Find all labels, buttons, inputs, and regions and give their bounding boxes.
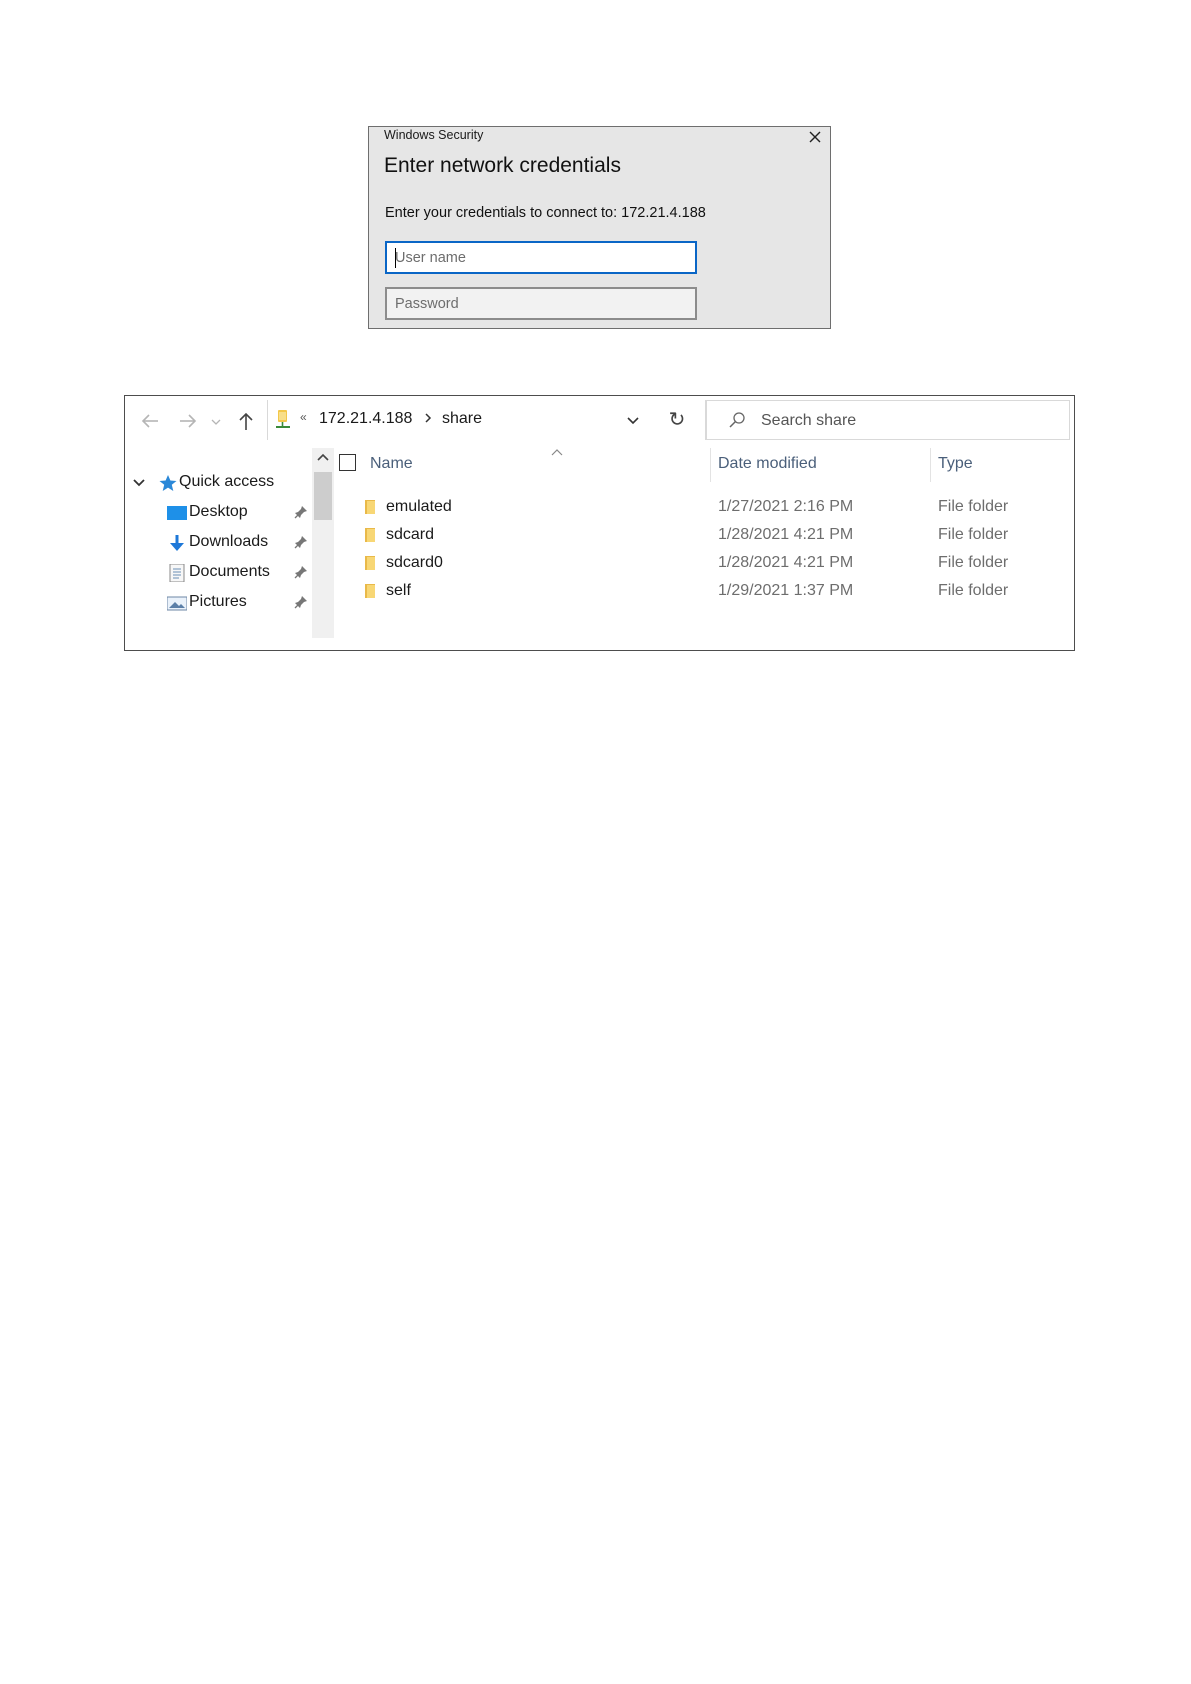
overflow-chevrons-icon[interactable]: « bbox=[300, 410, 307, 424]
select-all-checkbox[interactable] bbox=[339, 454, 356, 471]
file-list: Name Date modified Type emulated 1/27/20… bbox=[337, 448, 1072, 648]
pin-icon[interactable] bbox=[294, 565, 308, 579]
column-header-name[interactable]: Name bbox=[370, 455, 413, 473]
nav-pane-scrollbar[interactable] bbox=[312, 448, 334, 638]
desktop-icon bbox=[167, 506, 187, 520]
dialog-message: Enter your credentials to connect to: 17… bbox=[385, 205, 706, 221]
pin-icon[interactable] bbox=[294, 505, 308, 519]
file-name: self bbox=[386, 582, 411, 599]
refresh-icon[interactable]: ↻ bbox=[665, 408, 689, 432]
nav-item-pictures[interactable]: Pictures bbox=[125, 590, 315, 616]
pin-icon[interactable] bbox=[294, 535, 308, 549]
folder-icon bbox=[365, 500, 375, 514]
breadcrumb-host[interactable]: 172.21.4.188 bbox=[319, 410, 412, 428]
folder-icon bbox=[365, 556, 375, 570]
folder-icon bbox=[365, 584, 375, 598]
pin-icon[interactable] bbox=[294, 595, 308, 609]
download-arrow-icon bbox=[170, 535, 184, 551]
column-divider[interactable] bbox=[710, 448, 711, 482]
folder-icon bbox=[365, 528, 375, 542]
expand-chevron-icon[interactable] bbox=[132, 474, 146, 492]
breadcrumb-separator-icon[interactable] bbox=[422, 409, 434, 427]
address-bar[interactable]: « 172.21.4.188 share bbox=[267, 400, 706, 456]
nav-label: Downloads bbox=[189, 533, 269, 550]
file-type: File folder bbox=[938, 554, 1009, 571]
nav-item-documents[interactable]: Documents bbox=[125, 560, 315, 586]
file-type: File folder bbox=[938, 526, 1009, 543]
password-field[interactable] bbox=[385, 287, 697, 320]
column-divider[interactable] bbox=[930, 448, 931, 482]
dialog-app-name: Windows Security bbox=[384, 128, 484, 142]
nav-item-downloads[interactable]: Downloads bbox=[125, 530, 315, 556]
column-header-type[interactable]: Type bbox=[938, 455, 973, 473]
network-share-icon bbox=[276, 410, 290, 428]
nav-item-desktop[interactable]: Desktop bbox=[125, 500, 315, 526]
forward-arrow-icon[interactable] bbox=[177, 410, 199, 432]
file-date: 1/27/2021 2:16 PM bbox=[718, 498, 854, 515]
nav-label: Documents bbox=[189, 563, 270, 580]
breadcrumb-share[interactable]: share bbox=[442, 410, 482, 428]
nav-item-quick-access[interactable]: Quick access bbox=[125, 470, 315, 496]
scroll-up-icon[interactable] bbox=[316, 452, 330, 462]
file-date: 1/28/2021 4:21 PM bbox=[718, 526, 854, 543]
file-date: 1/29/2021 1:37 PM bbox=[718, 582, 854, 599]
star-icon bbox=[159, 475, 177, 491]
text-caret bbox=[395, 248, 396, 268]
up-arrow-icon[interactable] bbox=[235, 410, 257, 432]
credentials-dialog: Windows Security Enter network credentia… bbox=[368, 126, 831, 329]
document-icon bbox=[169, 564, 185, 582]
file-date: 1/28/2021 4:21 PM bbox=[718, 554, 854, 571]
pictures-icon bbox=[167, 596, 187, 611]
file-row[interactable]: sdcard 1/28/2021 4:21 PM File folder bbox=[337, 523, 1072, 551]
nav-label: Pictures bbox=[189, 593, 247, 610]
search-box[interactable] bbox=[706, 400, 1070, 440]
search-input[interactable] bbox=[759, 407, 1053, 435]
nav-label: Desktop bbox=[189, 503, 248, 520]
recent-locations-chevron-icon[interactable] bbox=[209, 410, 223, 432]
file-name: emulated bbox=[386, 498, 452, 515]
file-name: sdcard bbox=[386, 526, 435, 543]
file-name: sdcard0 bbox=[386, 554, 443, 571]
navigation-pane: Quick access Desktop Downloads Documents… bbox=[125, 448, 335, 648]
file-type: File folder bbox=[938, 582, 1009, 599]
address-dropdown-icon[interactable] bbox=[624, 411, 642, 429]
close-icon[interactable] bbox=[806, 128, 824, 146]
back-arrow-icon[interactable] bbox=[139, 410, 161, 432]
scrollbar-thumb[interactable] bbox=[314, 472, 332, 520]
search-icon bbox=[729, 412, 745, 428]
file-row[interactable]: self 1/29/2021 1:37 PM File folder bbox=[337, 579, 1072, 607]
file-type: File folder bbox=[938, 498, 1009, 515]
dialog-title: Enter network credentials bbox=[384, 154, 621, 177]
username-field[interactable] bbox=[385, 241, 697, 274]
nav-label: Quick access bbox=[179, 473, 275, 490]
file-explorer-window: « 172.21.4.188 share ↻ Quick acce bbox=[124, 395, 1075, 651]
column-header-date[interactable]: Date modified bbox=[718, 455, 817, 473]
file-row[interactable]: emulated 1/27/2021 2:16 PM File folder bbox=[337, 495, 1072, 523]
file-row[interactable]: sdcard0 1/28/2021 4:21 PM File folder bbox=[337, 551, 1072, 579]
